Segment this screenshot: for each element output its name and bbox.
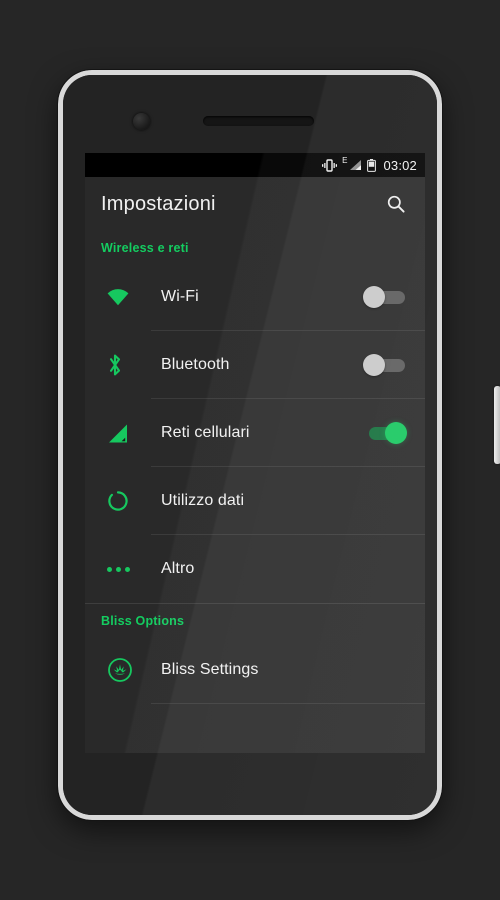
settings-row-label: Utilizzo dati bbox=[161, 492, 245, 509]
settings-row-bluetooth[interactable]: Bluetooth bbox=[85, 331, 425, 399]
settings-row-bliss-settings[interactable]: Bliss Settings bbox=[85, 636, 425, 704]
earpiece-speaker-icon bbox=[203, 116, 314, 126]
front-camera-icon bbox=[133, 113, 150, 130]
screenshot-stage: E 03:02 Impostazioni Wireless e reti Wi-… bbox=[0, 0, 500, 900]
toggle-thumb bbox=[363, 286, 385, 308]
toggle-thumb bbox=[385, 422, 407, 444]
phone-screen: E 03:02 Impostazioni Wireless e reti Wi-… bbox=[85, 153, 425, 753]
settings-row-label: Reti cellulari bbox=[161, 424, 250, 441]
section-header-wireless: Wireless e reti bbox=[101, 241, 189, 255]
settings-row-label: Wi-Fi bbox=[161, 288, 199, 305]
cellular-toggle[interactable] bbox=[363, 422, 409, 444]
action-bar: Impostazioni bbox=[85, 177, 425, 231]
power-button[interactable] bbox=[494, 386, 500, 464]
more-dots-glyph bbox=[107, 566, 130, 572]
vibrate-icon bbox=[322, 158, 338, 172]
settings-row-more[interactable]: Altro bbox=[85, 535, 425, 603]
search-icon bbox=[387, 195, 405, 213]
data-usage-icon bbox=[101, 490, 147, 512]
row-divider bbox=[151, 703, 425, 704]
search-button[interactable] bbox=[381, 189, 411, 219]
settings-row-cellular[interactable]: Reti cellulari bbox=[85, 399, 425, 467]
section-header-bliss: Bliss Options bbox=[101, 614, 185, 628]
page-title: Impostazioni bbox=[101, 192, 216, 215]
settings-row-wifi[interactable]: Wi-Fi bbox=[85, 263, 425, 331]
settings-list: Wireless e reti Wi-Fi Bluetooth Reti cel… bbox=[85, 231, 425, 704]
status-bar: E 03:02 bbox=[85, 153, 425, 177]
wifi-toggle[interactable] bbox=[363, 286, 409, 308]
signal-bars-icon bbox=[349, 159, 362, 171]
toggle-thumb bbox=[363, 354, 385, 376]
network-type-label: E bbox=[342, 156, 348, 165]
settings-row-label: Altro bbox=[161, 560, 195, 577]
settings-row-label: Bluetooth bbox=[161, 356, 230, 373]
wifi-icon bbox=[101, 288, 147, 306]
settings-row-data-usage[interactable]: Utilizzo dati bbox=[85, 467, 425, 535]
settings-row-label: Bliss Settings bbox=[161, 661, 259, 678]
battery-icon bbox=[367, 158, 377, 172]
bliss-logo-icon bbox=[101, 657, 147, 683]
bluetooth-icon bbox=[101, 353, 147, 377]
phone-front-face: E 03:02 Impostazioni Wireless e reti Wi-… bbox=[63, 75, 437, 815]
more-dots-icon bbox=[101, 566, 147, 572]
bluetooth-toggle[interactable] bbox=[363, 354, 409, 376]
cell-signal-icon bbox=[101, 423, 147, 444]
phone-device: E 03:02 Impostazioni Wireless e reti Wi-… bbox=[58, 70, 500, 820]
status-bar-clock: 03:02 bbox=[383, 157, 417, 173]
